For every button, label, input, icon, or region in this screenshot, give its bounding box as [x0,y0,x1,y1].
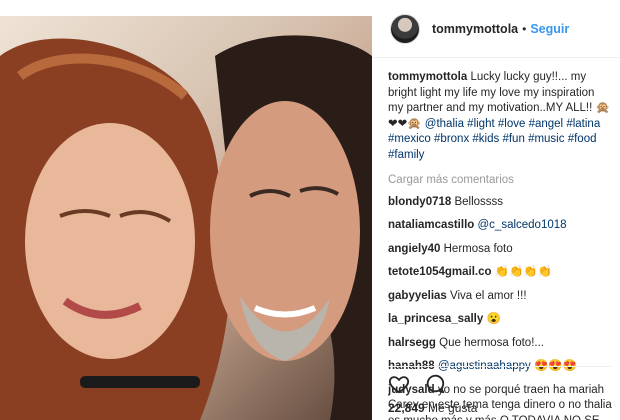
comment-text: 😮 [486,313,501,325]
likes-summary[interactable]: 22,849 Me gusta [388,401,477,415]
separator-dot: • [522,21,527,36]
hashtag[interactable]: #light [467,118,495,130]
comment-text: Viva el amor !!! [450,289,527,302]
photo-illustration [0,35,372,420]
hashtag[interactable]: #kids [472,133,499,145]
hashtag[interactable]: #fun [502,133,524,145]
post-sidebar: tommymottola • Seguir tommymottola Lucky… [372,0,620,420]
caption-username[interactable]: tommymottola [388,71,467,83]
post-header: tommymottola • Seguir [372,0,620,58]
comment-text[interactable]: @c_salcedo1018 [478,219,567,231]
hashtag[interactable]: #bronx [434,133,469,145]
comment-row: gabyyelias Viva el amor !!! [388,289,612,305]
comment-username[interactable]: tetote1054gmail.co [388,266,492,278]
comment-row: tetote1054gmail.co 👏👏👏👏 [388,265,612,281]
post-photo[interactable] [0,16,372,420]
likes-count: 22,849 [388,401,425,415]
comment-text: Bellossss [454,195,504,208]
caption-mention[interactable]: @thalia [425,118,464,130]
comment-username[interactable]: blondy0718 [388,196,451,208]
hashtag[interactable]: #love [498,118,526,130]
avatar[interactable] [390,13,420,44]
comment-row: la_princesa_sally 😮 [388,312,612,328]
hashtag[interactable]: #music [528,133,564,145]
comment-username[interactable]: gabyyelias [388,290,447,302]
comment-row: nataliamcastillo @c_salcedo1018 [388,218,612,234]
comment-username[interactable]: nataliamcastillo [388,219,474,231]
likes-label: Me gusta [428,401,478,415]
comment-row: halrsegg Que hermosa foto!... [388,336,612,352]
heart-icon[interactable] [388,373,410,395]
hashtag[interactable]: #mexico [388,133,431,145]
comment-text: Que hermosa foto!... [439,336,544,349]
comment-row: angiely40 Hermosa foto [388,242,612,258]
comment-row: blondy0718 Bellossss [388,195,612,211]
hashtag[interactable]: #family [388,149,424,161]
follow-button[interactable]: Seguir [530,22,569,36]
post-caption: tommymottola Lucky lucky guy!!... my bri… [388,70,612,163]
hashtag[interactable]: #angel [529,118,564,130]
action-bar [388,366,612,395]
comment-username[interactable]: la_princesa_sally [388,313,483,325]
hashtag[interactable]: #food [568,133,597,145]
comment-username[interactable]: angiely40 [388,243,440,255]
hashtag[interactable]: #latina [566,118,600,130]
load-more-comments[interactable]: Cargar más comentarios [388,173,612,189]
comment-username[interactable]: halrsegg [388,337,436,349]
comment-icon[interactable] [424,373,446,395]
comment-text: Hermosa foto [443,242,513,255]
comment-text: 👏👏👏👏 [494,266,553,278]
username[interactable]: tommymottola [432,22,518,36]
